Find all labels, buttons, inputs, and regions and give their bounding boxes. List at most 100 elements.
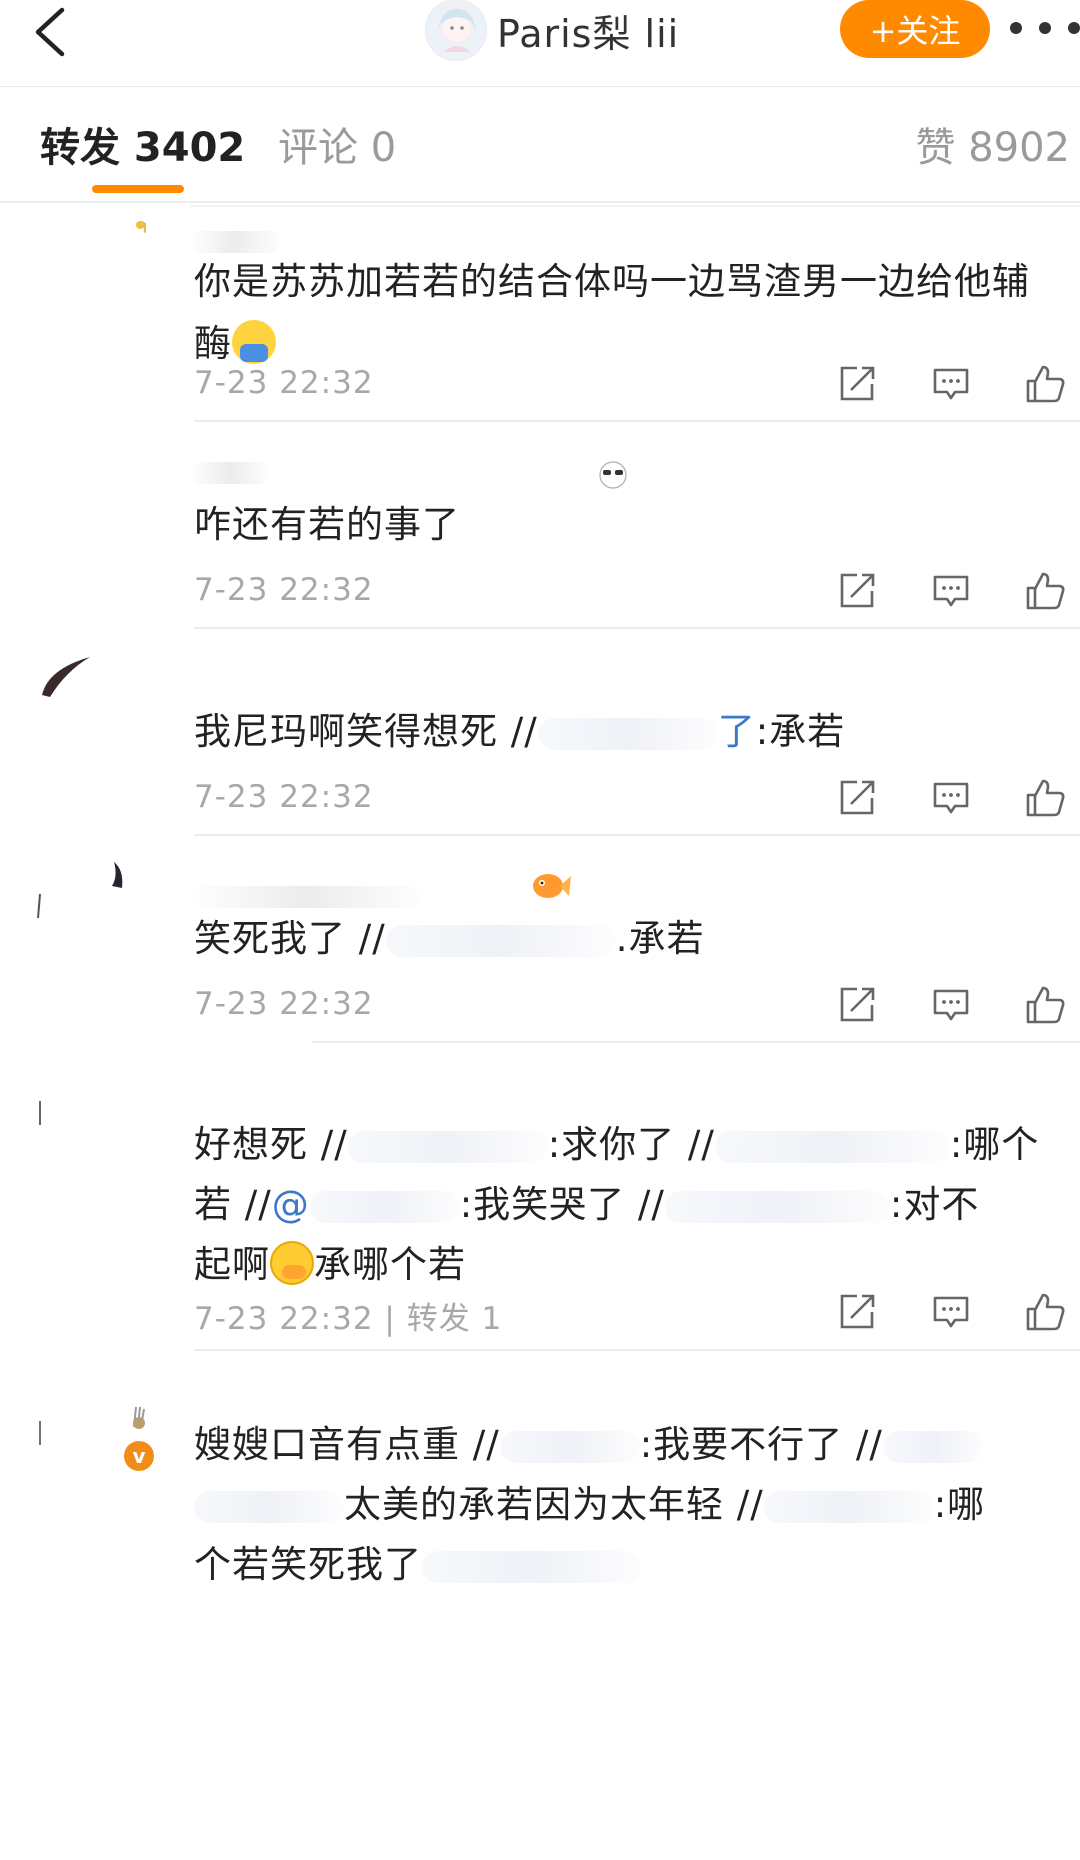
share-icon	[840, 366, 875, 401]
more-dot	[1010, 22, 1022, 34]
like-button[interactable]	[1020, 566, 1070, 616]
redacted-mention	[194, 1490, 344, 1523]
avatar-fragment	[39, 1101, 41, 1125]
repost-text-part: :我笑哭了 //	[459, 1183, 665, 1226]
repost-text-part: :我要不行了 //	[639, 1423, 883, 1466]
like-button[interactable]	[1020, 980, 1070, 1030]
comment-button[interactable]	[926, 359, 976, 409]
timestamp-text: 7-23 22:32	[194, 1301, 374, 1337]
chevron-left-icon	[35, 7, 65, 57]
like-button[interactable]	[1020, 1287, 1070, 1337]
repost-button[interactable]	[832, 359, 882, 409]
repost-text: 好想死 //:求你了 //:哪个 若 //@:我笑哭了 //:对不 起啊 承哪个若	[194, 1115, 1064, 1295]
comment-icon	[933, 1296, 969, 1328]
username-redacted	[190, 231, 280, 253]
thumbs-up-icon	[1026, 572, 1065, 610]
mention-link[interactable]: 了	[537, 710, 756, 753]
tabs-divider	[0, 201, 1080, 203]
back-button[interactable]	[30, 4, 80, 64]
comment-button[interactable]	[926, 566, 976, 616]
redacted-mention	[385, 924, 616, 957]
repost-text-part: 个若笑死我了	[194, 1543, 422, 1586]
repost-text-line: 起啊 承哪个若	[194, 1235, 1064, 1295]
item-divider	[194, 420, 1080, 422]
redacted-mention	[499, 1430, 640, 1463]
comment-button[interactable]	[926, 980, 976, 1030]
mention-text: 了	[717, 710, 756, 753]
repost-text: 我尼玛啊笑得想死 // 了:承若	[194, 701, 1064, 763]
repost-text-part: 太美的承若因为太年轻 //	[344, 1483, 764, 1526]
header-username: Paris梨 lii	[497, 11, 680, 56]
repost-text-part: .承若	[615, 917, 705, 960]
redacted-mention	[714, 1130, 950, 1163]
more-icon[interactable]	[1010, 8, 1080, 48]
follow-button[interactable]: +关注	[840, 0, 990, 58]
timestamp: 7-23 22:32	[194, 365, 374, 401]
share-icon	[840, 987, 875, 1022]
share-icon	[840, 1294, 875, 1329]
repost-button[interactable]	[832, 773, 882, 823]
repost-text-line: 太美的承若因为太年轻 // :哪	[194, 1475, 1064, 1535]
action-bar	[832, 980, 1072, 1030]
redacted-mention	[664, 1190, 890, 1223]
action-bar	[832, 773, 1072, 823]
thumbs-up-icon	[1026, 779, 1065, 817]
username-redacted	[190, 886, 420, 908]
repost-text-line: 嫂嫂口音有点重 //:我要不行了 //	[194, 1415, 1064, 1475]
repost-text-part: 笑死我了 //	[194, 917, 386, 960]
avatar[interactable]	[36, 211, 149, 301]
repost-text: 笑死我了 // .承若	[194, 908, 1064, 970]
action-bar	[832, 1287, 1072, 1337]
redacted-mention	[422, 1550, 642, 1583]
thumbs-up-icon	[1026, 1293, 1065, 1331]
repost-text-part: 我尼玛啊笑得想死 //	[194, 710, 538, 753]
timestamp: 7-23 22:32 | 转发 1	[194, 1293, 502, 1338]
share-icon	[840, 780, 875, 815]
verified-badge-icon: v	[124, 1441, 154, 1471]
repost-text-part: :哪个	[949, 1123, 1040, 1166]
cry-emoji-icon	[270, 1241, 314, 1285]
cool-emoji-icon	[599, 461, 627, 489]
timestamp: 7-23 22:32	[194, 986, 374, 1022]
avatar-fragment	[37, 862, 123, 919]
repost-text-part: 好想死 //	[194, 1123, 348, 1166]
comment-button[interactable]	[926, 1287, 976, 1337]
avatar[interactable]	[36, 858, 146, 948]
item-divider	[194, 834, 1080, 836]
fish-emoji-icon	[533, 874, 571, 898]
thumbs-up-icon	[1026, 365, 1065, 403]
repost-text-content: 你是苏苏加若若的结合体吗一边骂渣男一边给他辅酶	[194, 260, 1030, 365]
like-button[interactable]	[1020, 773, 1070, 823]
repost-text-part: :对不	[889, 1183, 980, 1226]
repost-button[interactable]	[832, 566, 882, 616]
repost-text-part: 起啊	[194, 1243, 270, 1286]
tab-repost[interactable]: 转发 3402	[40, 115, 245, 173]
mention-at[interactable]: @	[272, 1183, 310, 1226]
repost-text-part: :承若	[755, 710, 846, 753]
repost-text-part: 承哪个若	[314, 1243, 466, 1286]
comment-icon	[933, 782, 969, 814]
item-divider	[194, 627, 1080, 629]
like-button[interactable]	[1020, 359, 1070, 409]
tab-comment[interactable]: 评论 0	[278, 115, 396, 173]
item-divider	[312, 1041, 1080, 1043]
repost-button[interactable]	[832, 980, 882, 1030]
tab-like[interactable]: 赞 8902	[915, 115, 1070, 173]
comment-icon	[933, 989, 969, 1021]
tabs-divider	[190, 205, 1080, 207]
repost-text-line: 好想死 //:求你了 //:哪个	[194, 1115, 1064, 1175]
header-user[interactable]: Paris梨 lii	[425, 0, 680, 61]
repost-text: 咋还有若的事了	[194, 503, 460, 546]
avatar[interactable]	[36, 651, 146, 741]
avatar-fragment	[136, 220, 149, 234]
repost-text-part: :哪	[933, 1483, 986, 1526]
timestamp: 7-23 22:32	[194, 779, 374, 815]
repost-text-line: 个若笑死我了	[194, 1535, 1064, 1595]
comment-button[interactable]	[926, 773, 976, 823]
redacted-mention	[763, 1490, 934, 1523]
thumbs-up-icon	[1026, 986, 1065, 1024]
user-avatar[interactable]	[425, 0, 487, 61]
username-redacted	[190, 462, 270, 484]
avatar[interactable]	[36, 1099, 46, 1189]
repost-button[interactable]	[832, 1287, 882, 1337]
